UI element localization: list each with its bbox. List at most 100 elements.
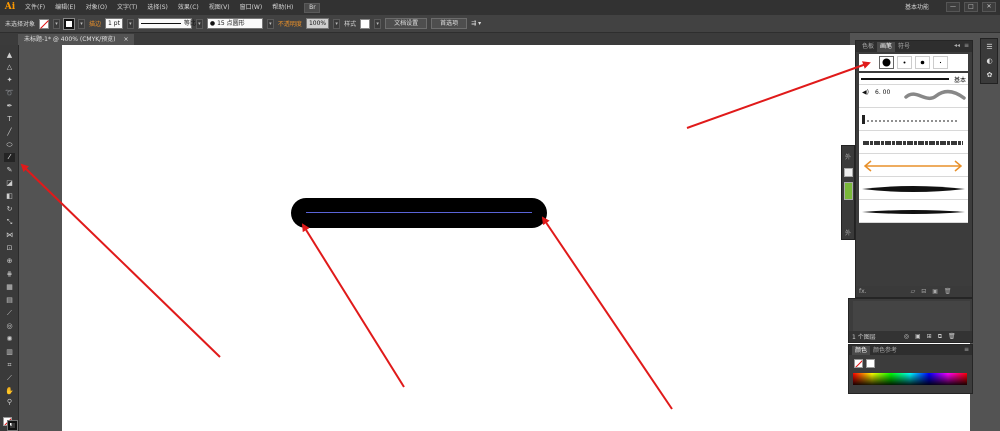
panel-menu-icon[interactable]: ≡ [964, 42, 969, 49]
pen-tool-icon[interactable]: ✒ [4, 102, 15, 111]
blend-tool-icon[interactable]: ◎ [4, 322, 15, 331]
artboard-canvas[interactable] [62, 45, 970, 431]
lasso-tool-icon[interactable]: ➰ [4, 89, 15, 98]
stroke-black-icon[interactable] [7, 420, 18, 431]
shape-builder-tool-icon[interactable]: ⊕ [4, 257, 15, 266]
brush-stroke-shape[interactable] [291, 198, 547, 228]
profile-dropdown[interactable]: ▾ [195, 18, 203, 29]
delete-layer-icon[interactable]: 🗑 [948, 333, 956, 340]
zoom-tool-icon[interactable]: ⚲ [4, 398, 15, 407]
opacity-field[interactable]: 100% [305, 18, 330, 29]
document-tab[interactable]: 未标题-1* @ 400% (CMYK/预览) × [18, 34, 135, 45]
panel-list-icon[interactable]: ☰ [984, 42, 995, 52]
line-tool-icon[interactable]: ╱ [4, 128, 15, 137]
remove-brush-stroke-icon[interactable]: ▱ [911, 288, 916, 295]
type-tool-icon[interactable]: T [4, 115, 15, 124]
tab-color[interactable]: 颜色 [852, 346, 871, 355]
stroke-label[interactable]: 描边 [89, 19, 101, 28]
panel-collapse-icon[interactable]: ◂◂ [954, 42, 960, 49]
style-swatch[interactable] [360, 18, 371, 29]
brush-dot-tiny[interactable] [933, 56, 948, 69]
rotate-tool-icon[interactable]: ↻ [4, 205, 15, 214]
preferences-button[interactable]: 首选项 [431, 18, 468, 29]
appearance-panel-icon[interactable] [844, 168, 853, 177]
brush-charcoal[interactable] [859, 132, 968, 154]
eraser-tool-icon[interactable]: ◧ [4, 192, 15, 201]
graphic-styles-panel-icon[interactable] [844, 182, 853, 200]
minimize-button[interactable]: — [946, 2, 960, 12]
brush-tapered-2[interactable] [859, 201, 968, 223]
pencil-tool-icon[interactable]: ✎ [4, 166, 15, 175]
gradient-tool-icon[interactable]: ▤ [4, 296, 15, 305]
brush-arrow[interactable] [859, 155, 968, 177]
variable-width-profile[interactable]: 等比 [137, 18, 196, 29]
column-graph-tool-icon[interactable]: ▥ [4, 348, 15, 357]
hand-tool-icon[interactable]: ✋ [4, 387, 15, 396]
menu-select[interactable]: 选择(S) [142, 0, 173, 15]
tab-swatches[interactable]: 色板 [859, 42, 877, 52]
paintbrush-tool-icon[interactable]: ⁄ [4, 153, 15, 162]
style-dropdown[interactable]: ▾ [374, 18, 382, 29]
ellipse-tool-icon[interactable]: ⬭ [4, 141, 15, 150]
transparency-icon[interactable]: ◐ [984, 56, 995, 66]
brush-calligraphic[interactable]: ◀) 6. 00 [859, 86, 968, 108]
slice-tool-icon[interactable]: ⟋ [4, 374, 15, 383]
new-brush-icon[interactable]: ▣ [932, 288, 938, 295]
brush-tapered-1[interactable] [859, 178, 968, 200]
symbol-sprayer-tool-icon[interactable]: ✺ [4, 335, 15, 344]
stroke-swatch[interactable] [63, 17, 76, 30]
artboard-tool-icon[interactable]: ⌗ [4, 361, 15, 370]
color-spectrum-bar[interactable] [853, 373, 967, 385]
menu-help[interactable]: 帮助(H) [267, 0, 298, 15]
menu-view[interactable]: 视图(V) [204, 0, 235, 15]
workspace-switcher[interactable]: 基本功能 [905, 0, 929, 15]
scale-tool-icon[interactable]: ⤡ [4, 218, 15, 227]
brush-round-selected[interactable] [879, 56, 894, 69]
brush-dropdown[interactable]: ▾ [266, 18, 274, 29]
perspective-grid-tool-icon[interactable]: ⋕ [4, 270, 15, 279]
arrange-icon[interactable]: ⇶ ▾ [471, 20, 481, 27]
mesh-tool-icon[interactable]: ▦ [4, 283, 15, 292]
brush-definition[interactable]: ● 15 点圆形 [206, 18, 263, 29]
brush-dot-small[interactable] [897, 56, 912, 69]
tab-color-guide[interactable]: 颜色参考 [870, 346, 900, 355]
menu-window[interactable]: 窗口(W) [235, 0, 268, 15]
menu-type[interactable]: 文字(T) [112, 0, 142, 15]
stroke-weight-dropdown[interactable]: ▾ [126, 18, 134, 29]
close-button[interactable]: ✕ [982, 2, 996, 12]
opacity-dropdown[interactable]: ▾ [333, 18, 341, 29]
color-panel-menu-icon[interactable]: ≡ [964, 346, 969, 353]
color-white-swatch[interactable] [866, 359, 875, 368]
menu-effect[interactable]: 效果(C) [173, 0, 204, 15]
fill-stroke-widget[interactable] [3, 417, 18, 431]
brush-libraries-icon[interactable]: fx. [859, 288, 867, 295]
selected-path-line[interactable] [306, 212, 532, 213]
stroke-weight-field[interactable]: 1 pt [105, 18, 123, 29]
free-transform-tool-icon[interactable]: ⊡ [4, 244, 15, 253]
maximize-button[interactable]: □ [964, 2, 978, 12]
symbols-icon[interactable]: ✿ [984, 70, 995, 80]
selection-tool-icon[interactable]: ▲ [4, 51, 15, 60]
locate-object-icon[interactable]: ◎ [904, 333, 909, 340]
menu-edit[interactable]: 编辑(E) [50, 0, 80, 15]
stroke-dropdown[interactable]: ▾ [78, 18, 86, 29]
magic-wand-tool-icon[interactable]: ✦ [4, 76, 15, 85]
opacity-label[interactable]: 不透明度 [278, 19, 302, 28]
fill-dropdown[interactable]: ▾ [53, 18, 61, 29]
document-close-icon[interactable]: × [123, 36, 128, 43]
direct-selection-tool-icon[interactable]: △ [4, 63, 15, 72]
brush-basic[interactable]: 基本 [859, 73, 968, 85]
delete-brush-icon[interactable]: 🗑 [944, 288, 952, 295]
brush-dot-medium[interactable] [915, 56, 930, 69]
fill-swatch[interactable] [39, 18, 50, 29]
new-sublayer-icon[interactable]: ⊞ [927, 333, 932, 340]
document-setup-button[interactable]: 文档设置 [385, 18, 428, 29]
menu-object[interactable]: 对象(O) [81, 0, 112, 15]
eyedropper-tool-icon[interactable]: ⟋ [4, 309, 15, 318]
width-tool-icon[interactable]: ⋈ [4, 231, 15, 240]
brush-dotted[interactable] [859, 109, 968, 131]
options-icon[interactable]: ⊟ [921, 288, 926, 295]
menu-file[interactable]: 文件(F) [20, 0, 50, 15]
bridge-button[interactable]: Br [304, 2, 321, 13]
blob-brush-tool-icon[interactable]: ◪ [4, 179, 15, 188]
